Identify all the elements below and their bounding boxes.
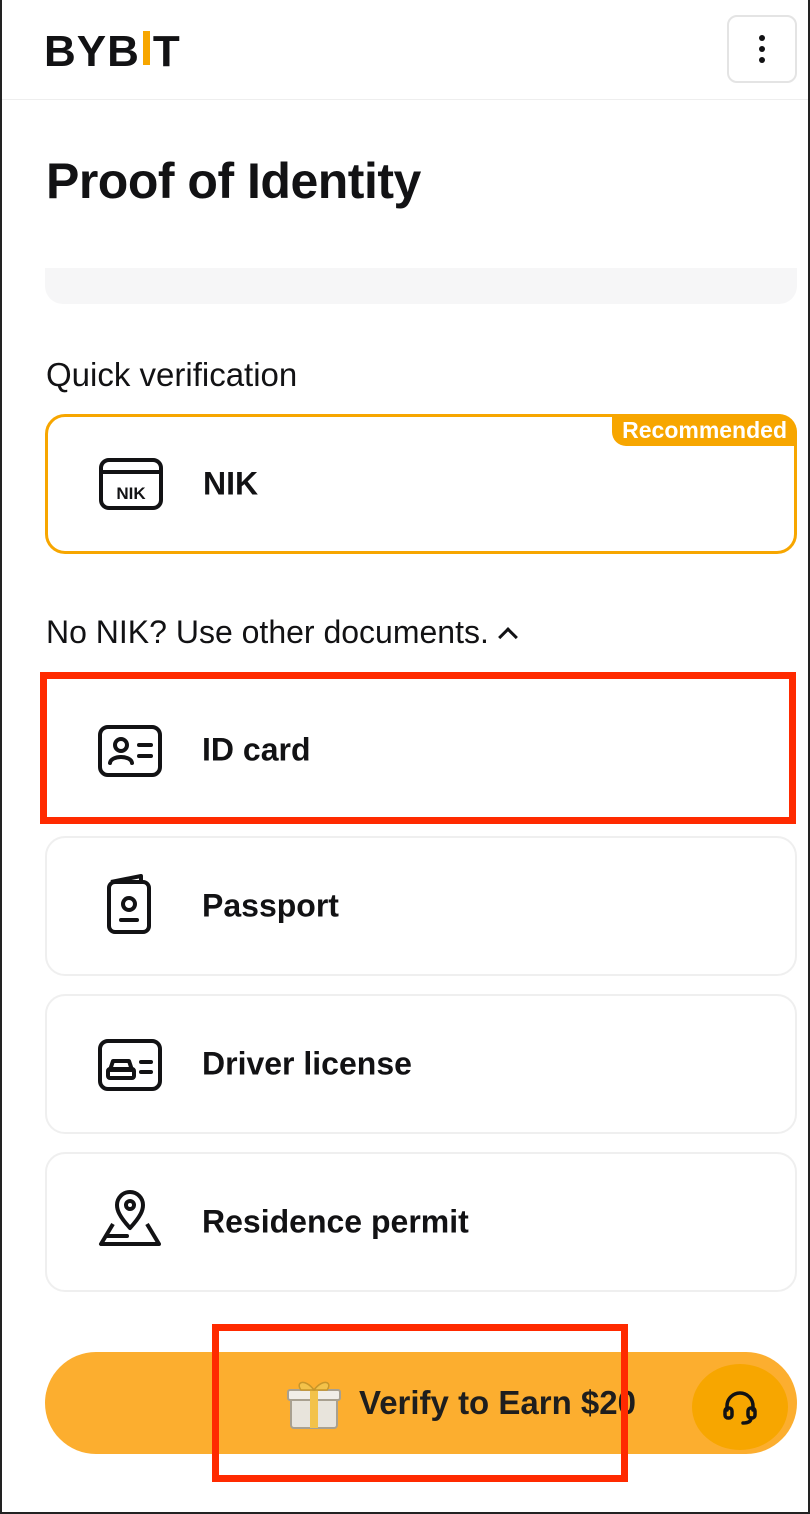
logo-text-right: T [152, 27, 181, 76]
logo-accent-bar [142, 31, 150, 65]
nik-option-label: NIK [203, 465, 259, 502]
verify-to-earn-label: Verify to Earn $20 [359, 1384, 636, 1421]
residence-permit-icon [99, 1190, 161, 1246]
support-button[interactable] [692, 1364, 788, 1450]
other-documents-label: No NIK? Use other documents. [46, 614, 489, 650]
residence-permit-label: Residence permit [202, 1203, 469, 1240]
collapsed-info-panel [45, 268, 797, 304]
more-menu-button[interactable] [727, 15, 797, 83]
passport-label: Passport [202, 887, 339, 924]
logo-text-left: BYB [44, 27, 140, 76]
headset-icon [723, 1391, 757, 1425]
residence-permit-option[interactable]: Residence permit [45, 1152, 797, 1292]
quick-verification-label: Quick verification [46, 356, 298, 393]
top-header: BYB T [2, 0, 808, 100]
more-vertical-icon [759, 35, 765, 41]
page: BYB T Proof of Identity Quick verificatio… [0, 0, 810, 1514]
gift-icon [287, 1381, 341, 1429]
page-title: Proof of Identity [46, 153, 421, 209]
id-card-option[interactable]: ID card [45, 680, 797, 820]
id-card-label: ID card [202, 731, 311, 768]
passport-icon [107, 874, 151, 934]
bybit-logo[interactable]: BYB T [44, 30, 181, 74]
nik-option-card[interactable]: Recommended NIK NIK [45, 414, 797, 554]
nik-card-icon: NIK [99, 458, 163, 510]
id-card-icon [98, 725, 162, 777]
driver-license-label: Driver license [202, 1045, 412, 1082]
more-vertical-icon-dot [759, 57, 765, 63]
passport-option[interactable]: Passport [45, 836, 797, 976]
chevron-up-icon [497, 626, 518, 647]
recommended-badge: Recommended [612, 414, 797, 446]
other-documents-toggle[interactable]: No NIK? Use other documents. [46, 614, 518, 651]
svg-text:NIK: NIK [116, 484, 146, 503]
driver-license-option[interactable]: Driver license [45, 994, 797, 1134]
verify-to-earn-button[interactable]: Verify to Earn $20 [45, 1352, 797, 1454]
driver-license-icon [98, 1039, 162, 1091]
more-vertical-icon-dot [759, 46, 765, 52]
